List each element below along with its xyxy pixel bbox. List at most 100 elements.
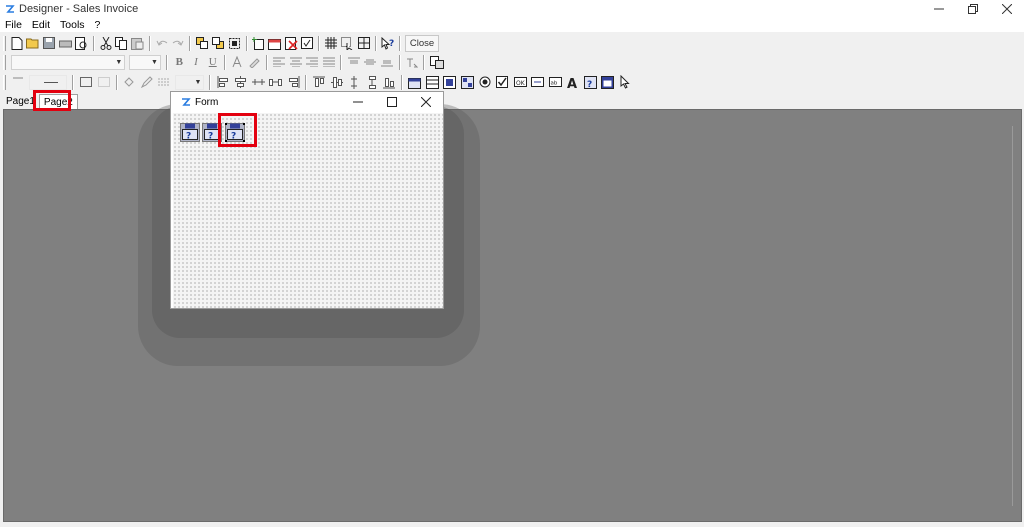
frame-all-button[interactable] xyxy=(78,74,94,90)
send-back-button[interactable] xyxy=(211,35,225,51)
fill-color-button[interactable] xyxy=(122,74,138,90)
close-icon xyxy=(1002,3,1012,14)
menu-edit[interactable]: Edit xyxy=(27,19,55,31)
align-left-button[interactable] xyxy=(272,54,287,70)
valign-bottom-button[interactable] xyxy=(380,54,395,70)
italic-button[interactable]: I xyxy=(189,54,204,70)
font-color-button[interactable] xyxy=(230,54,245,70)
menu-file[interactable]: File xyxy=(0,19,27,31)
restore-button[interactable] xyxy=(956,0,990,17)
align-right-button[interactable] xyxy=(305,54,320,70)
insert-text-button[interactable]: A xyxy=(565,74,581,90)
new-button[interactable] xyxy=(10,35,24,51)
band-object-icon xyxy=(425,75,439,89)
insert-checkbox-button[interactable] xyxy=(495,74,511,90)
form-canvas[interactable]: ? ? ? xyxy=(173,113,443,308)
insert-label-button[interactable]: ab xyxy=(547,74,563,90)
insert-memo-button[interactable] xyxy=(407,74,423,90)
align-rights-button[interactable] xyxy=(286,74,302,90)
undo-button[interactable] xyxy=(155,35,169,51)
line-width-select[interactable] xyxy=(28,74,68,90)
close-window-button[interactable] xyxy=(990,0,1024,17)
insert-radio-button[interactable] xyxy=(477,74,493,90)
line-color-button[interactable] xyxy=(139,74,155,90)
center-window-v-button[interactable] xyxy=(346,74,362,90)
bold-button[interactable]: B xyxy=(172,54,187,70)
delete-page-button[interactable] xyxy=(284,35,298,51)
toolbar-grip[interactable] xyxy=(3,74,6,90)
paste-button[interactable] xyxy=(131,35,145,51)
close-button[interactable]: Close xyxy=(404,34,440,52)
toolbar-grip[interactable] xyxy=(3,35,6,51)
font-size-select[interactable]: ▼ xyxy=(129,54,161,70)
print-preview-button[interactable] xyxy=(74,35,88,51)
valign-top-button[interactable] xyxy=(346,54,361,70)
align-tops-button[interactable] xyxy=(311,74,327,90)
toolbar-separator xyxy=(72,74,75,90)
highlight-rules-button[interactable] xyxy=(429,54,444,70)
align-bottoms-button[interactable] xyxy=(381,74,397,90)
line-style-button[interactable] xyxy=(157,74,173,90)
frame-none-button[interactable] xyxy=(96,74,112,90)
valign-bottom-icon xyxy=(381,60,394,67)
cut-button[interactable] xyxy=(99,35,113,51)
form-window-controls xyxy=(341,92,443,112)
insert-subreport-button[interactable] xyxy=(442,74,458,90)
align-center-button[interactable] xyxy=(288,54,303,70)
insert-field-button[interactable]: ? xyxy=(582,74,598,90)
space-v-button[interactable] xyxy=(364,74,380,90)
insert-query-button[interactable] xyxy=(600,74,616,90)
menu-tools[interactable]: Tools xyxy=(55,19,90,31)
frame-top-button[interactable] xyxy=(10,74,26,90)
minimize-button[interactable] xyxy=(922,0,956,17)
copy-button[interactable] xyxy=(115,35,129,51)
select-pointer-button[interactable] xyxy=(618,74,634,90)
toolbar-separator xyxy=(374,35,377,51)
line-style-select[interactable]: ▼ xyxy=(175,74,205,90)
align-grid-button[interactable] xyxy=(357,35,371,51)
font-name-select[interactable]: ▼ xyxy=(10,54,126,70)
toolbar-grip[interactable] xyxy=(3,54,6,70)
redo-button[interactable] xyxy=(171,35,185,51)
form-title-bar[interactable]: Form xyxy=(171,92,443,112)
menu-help[interactable]: ? xyxy=(90,19,106,31)
insert-band-button[interactable] xyxy=(425,74,441,90)
svg-text:?: ? xyxy=(186,132,191,142)
page-properties-button[interactable] xyxy=(300,35,314,51)
save-button[interactable] xyxy=(42,35,56,51)
objects-toolbar: ▼ OK ab A ? xyxy=(0,72,634,92)
highlight-button[interactable] xyxy=(247,54,262,70)
insert-edit-button[interactable] xyxy=(530,74,546,90)
group-button[interactable] xyxy=(228,35,242,51)
snap-to-grid-icon xyxy=(340,36,353,50)
insert-ok-button[interactable]: OK xyxy=(512,74,528,90)
frame-line-icon xyxy=(12,77,23,79)
center-window-h-button[interactable] xyxy=(251,74,267,90)
insert-page-button[interactable] xyxy=(252,35,266,51)
delete-page-icon xyxy=(284,36,298,50)
help-button[interactable]: ? xyxy=(381,35,395,51)
snap-grid-button[interactable] xyxy=(340,35,354,51)
toolbar-separator xyxy=(149,35,152,51)
add-band-button[interactable] xyxy=(268,35,282,51)
insert-picture-button[interactable] xyxy=(460,74,476,90)
line-style-icon xyxy=(158,78,171,86)
form-close-button[interactable] xyxy=(409,92,443,112)
justify-button[interactable] xyxy=(322,54,337,70)
form-minimize-button[interactable] xyxy=(341,92,375,112)
rotate-text-button[interactable] xyxy=(405,54,420,70)
open-button[interactable] xyxy=(26,35,40,51)
align-hcenter-button[interactable] xyxy=(233,74,249,90)
print-setup-button[interactable] xyxy=(58,35,72,51)
underline-button[interactable]: U xyxy=(205,54,220,70)
field-icon[interactable]: ? xyxy=(180,123,200,142)
valign-middle-button[interactable] xyxy=(363,54,378,70)
bring-front-button[interactable] xyxy=(195,35,209,51)
grid-button[interactable] xyxy=(324,35,338,51)
open-folder-icon xyxy=(26,38,39,49)
space-h-button[interactable] xyxy=(268,74,284,90)
align-vcenter-button[interactable] xyxy=(329,74,345,90)
align-lefts-button[interactable] xyxy=(215,74,231,90)
form-maximize-button[interactable] xyxy=(375,92,409,112)
workspace-scroll-track[interactable] xyxy=(1012,126,1013,506)
